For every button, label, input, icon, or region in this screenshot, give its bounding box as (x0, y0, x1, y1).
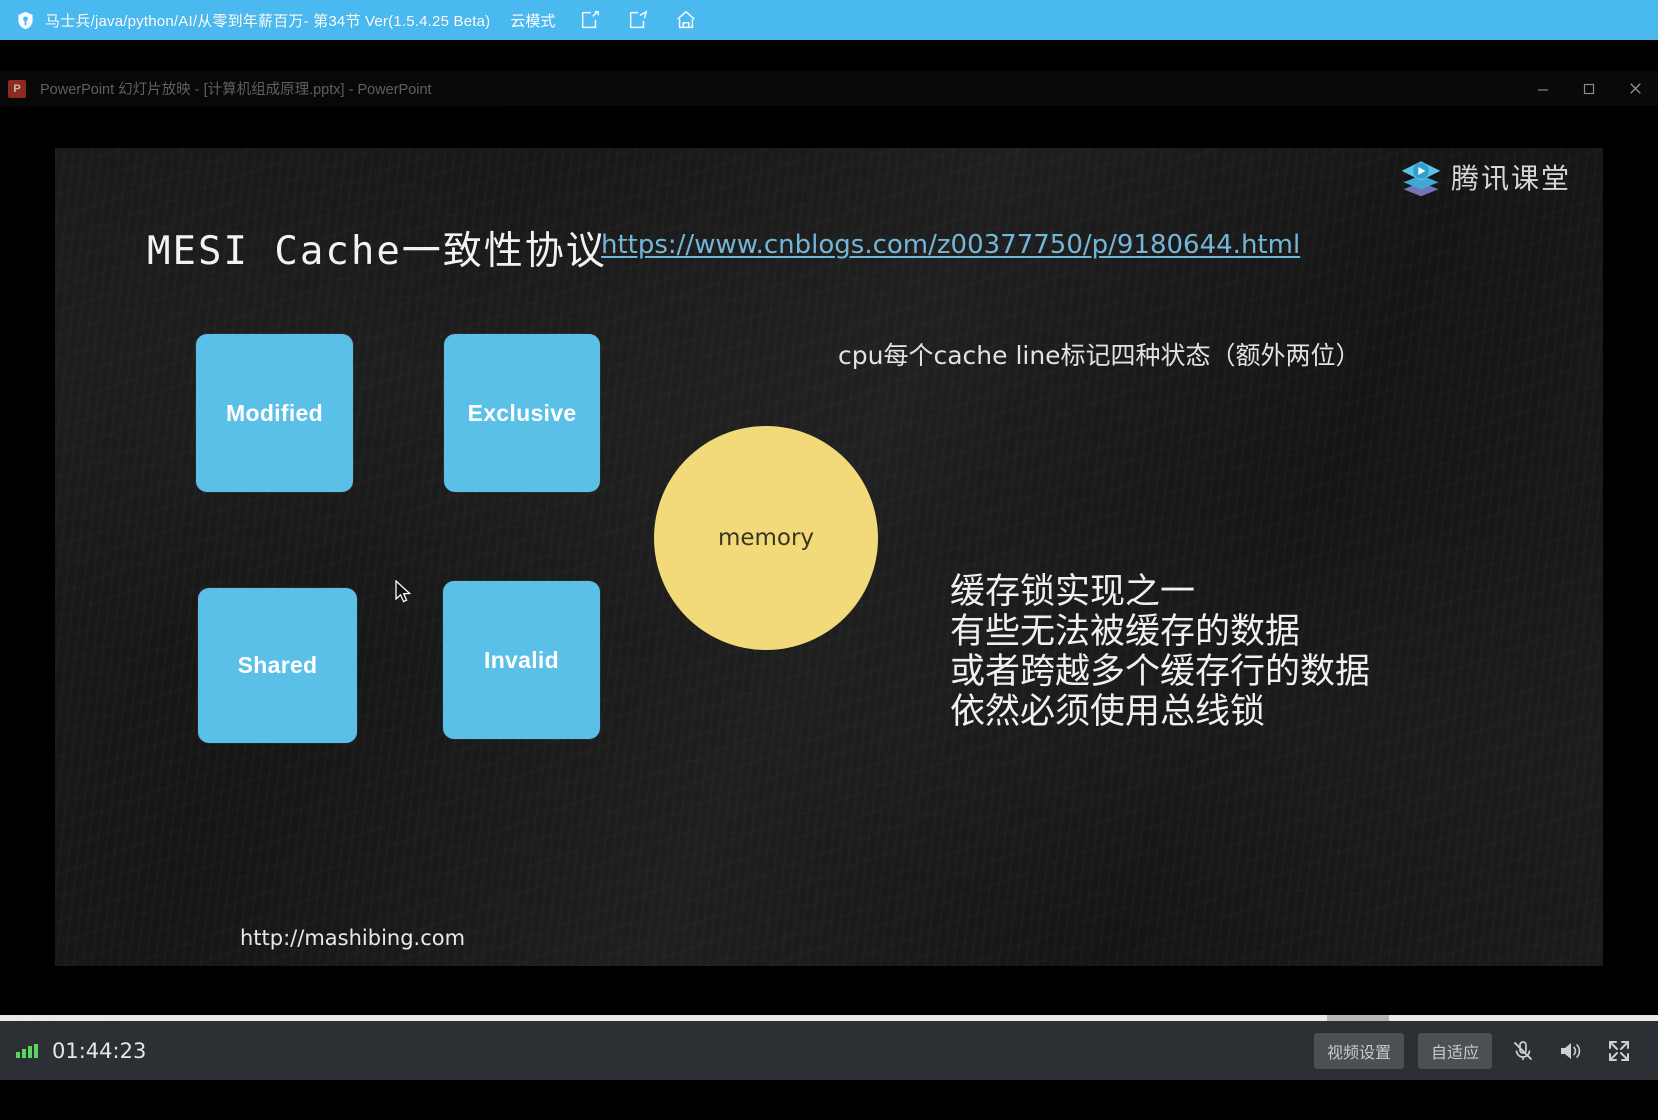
powerpoint-title-bar: P PowerPoint 幻灯片放映 - [计算机组成原理.pptx] - Po… (0, 71, 1658, 106)
cloud-mode-label: 云模式 (510, 12, 556, 30)
edit-note-icon[interactable] (577, 7, 603, 33)
tencent-ketang-logo: 腾讯课堂 (1400, 156, 1571, 198)
footer-website-link: http://mashibing.com (240, 926, 466, 950)
powerpoint-app-icon: P (8, 79, 26, 98)
minimize-button[interactable] (1520, 71, 1566, 106)
video-settings-button[interactable]: 视频设置 (1313, 1032, 1404, 1069)
video-player-bar: 01:44:23 视频设置 自适应 (0, 1021, 1658, 1080)
tencent-ketang-play-icon (1400, 156, 1442, 198)
cache-lock-note-line-4: 依然必须使用总线锁 (950, 692, 1266, 732)
slide-title: MESI Cache一致性协议 (147, 229, 607, 274)
close-button[interactable] (1612, 71, 1658, 106)
player-right-controls: 视频设置 自适应 (1313, 1032, 1658, 1069)
reference-link[interactable]: https://www.cnblogs.com/z00377750/p/9180… (601, 230, 1300, 260)
fullscreen-icon[interactable] (1602, 1036, 1636, 1066)
microphone-muted-icon[interactable] (1506, 1036, 1540, 1066)
share-export-icon[interactable] (625, 7, 651, 33)
state-box-modified[interactable]: Modified (196, 334, 353, 492)
app-top-bar: 马士兵/java/python/AI/从零到年薪百万- 第34节 Ver(1.5… (0, 0, 1658, 40)
app-title: 马士兵/java/python/AI/从零到年薪百万- 第34节 Ver(1.5… (45, 12, 491, 30)
network-signal-icon (16, 1043, 38, 1058)
powerpoint-window: P PowerPoint 幻灯片放映 - [计算机组成原理.pptx] - Po… (0, 40, 1658, 1120)
cache-lock-note-line-2: 有些无法被缓存的数据 (950, 612, 1301, 652)
window-controls (1520, 71, 1658, 106)
mouse-cursor-icon (395, 579, 413, 611)
cache-line-note: cpu每个cache line标记四种状态（额外两位） (838, 341, 1361, 370)
cache-lock-note: 缓存锁实现之一 有些无法被缓存的数据 或者跨越多个缓存行的数据 依然必须使用总线… (950, 572, 1370, 732)
cache-lock-note-line-1: 缓存锁实现之一 (950, 572, 1196, 612)
maximize-button[interactable] (1566, 71, 1612, 106)
shield-location-icon (16, 11, 35, 30)
cache-lock-note-line-3: 或者跨越多个缓存行的数据 (950, 652, 1371, 692)
slide-canvas[interactable]: 腾讯课堂 MESI Cache一致性协议 https://www.cnblogs… (55, 148, 1603, 966)
state-box-shared[interactable]: Shared (198, 588, 357, 743)
state-box-exclusive[interactable]: Exclusive (444, 334, 600, 492)
powerpoint-title-text: PowerPoint 幻灯片放映 - [计算机组成原理.pptx] - Powe… (40, 82, 432, 98)
tencent-ketang-label: 腾讯课堂 (1450, 162, 1571, 195)
home-icon[interactable] (673, 7, 699, 33)
speaker-icon[interactable] (1554, 1036, 1588, 1066)
playback-time: 01:44:23 (52, 1038, 147, 1063)
memory-circle[interactable]: memory (654, 426, 878, 650)
fit-mode-button[interactable]: 自适应 (1417, 1032, 1492, 1069)
state-box-invalid[interactable]: Invalid (443, 581, 600, 739)
